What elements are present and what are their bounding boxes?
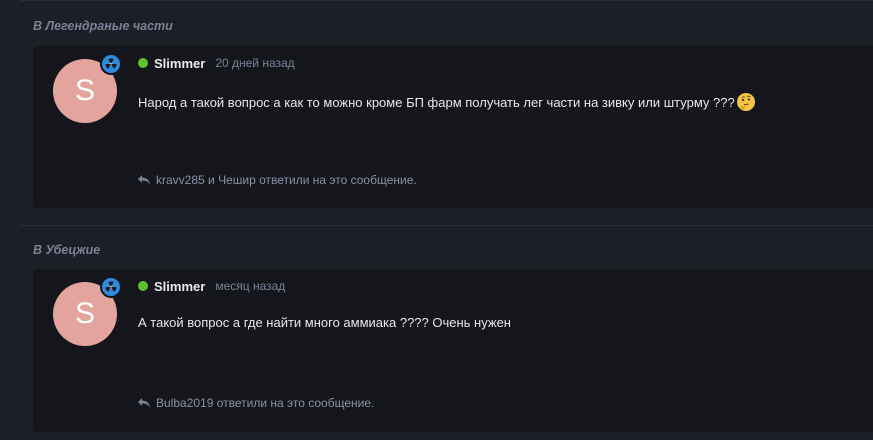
radiation-badge-icon (100, 53, 122, 75)
username[interactable]: Slimmer (154, 279, 205, 294)
online-status-icon (138, 281, 148, 291)
online-status-icon (138, 58, 148, 68)
section-title[interactable]: В Убецжие (33, 243, 100, 257)
message-text: А такой вопрос а где найти много аммиака… (138, 315, 511, 330)
section-title[interactable]: В Легендраные части (33, 19, 173, 33)
post-message: А такой вопрос а где найти много аммиака… (138, 315, 511, 330)
thinking-face-emoji-icon (736, 93, 755, 111)
top-divider (20, 0, 873, 1)
post-card: S Slimmer месяц назад А такой вопрос а г… (33, 269, 873, 432)
radiation-badge-icon (100, 276, 122, 298)
post-header: Slimmer месяц назад (138, 278, 285, 294)
replies-summary[interactable]: kravv285 и Чешир ответили на это сообщен… (137, 173, 417, 187)
reply-icon (138, 398, 150, 408)
replies-text: Bulba2019 ответили на это сообщение. (156, 396, 375, 410)
post-time[interactable]: месяц назад (215, 279, 285, 293)
username[interactable]: Slimmer (154, 56, 205, 71)
post-message: Народ а такой вопрос а как то можно кром… (138, 92, 756, 112)
post-time[interactable]: 20 дней назад (215, 56, 294, 70)
post-card: S Slimmer 20 дней назад Народ а такой во… (33, 46, 873, 208)
replies-text: kravv285 и Чешир ответили на это сообщен… (156, 173, 417, 187)
section-divider (20, 225, 873, 226)
post-header: Slimmer 20 дней назад (138, 55, 295, 71)
replies-summary[interactable]: Bulba2019 ответили на это сообщение. (137, 396, 374, 410)
message-text: Народ а такой вопрос а как то можно кром… (138, 94, 735, 110)
reply-icon (138, 175, 150, 185)
